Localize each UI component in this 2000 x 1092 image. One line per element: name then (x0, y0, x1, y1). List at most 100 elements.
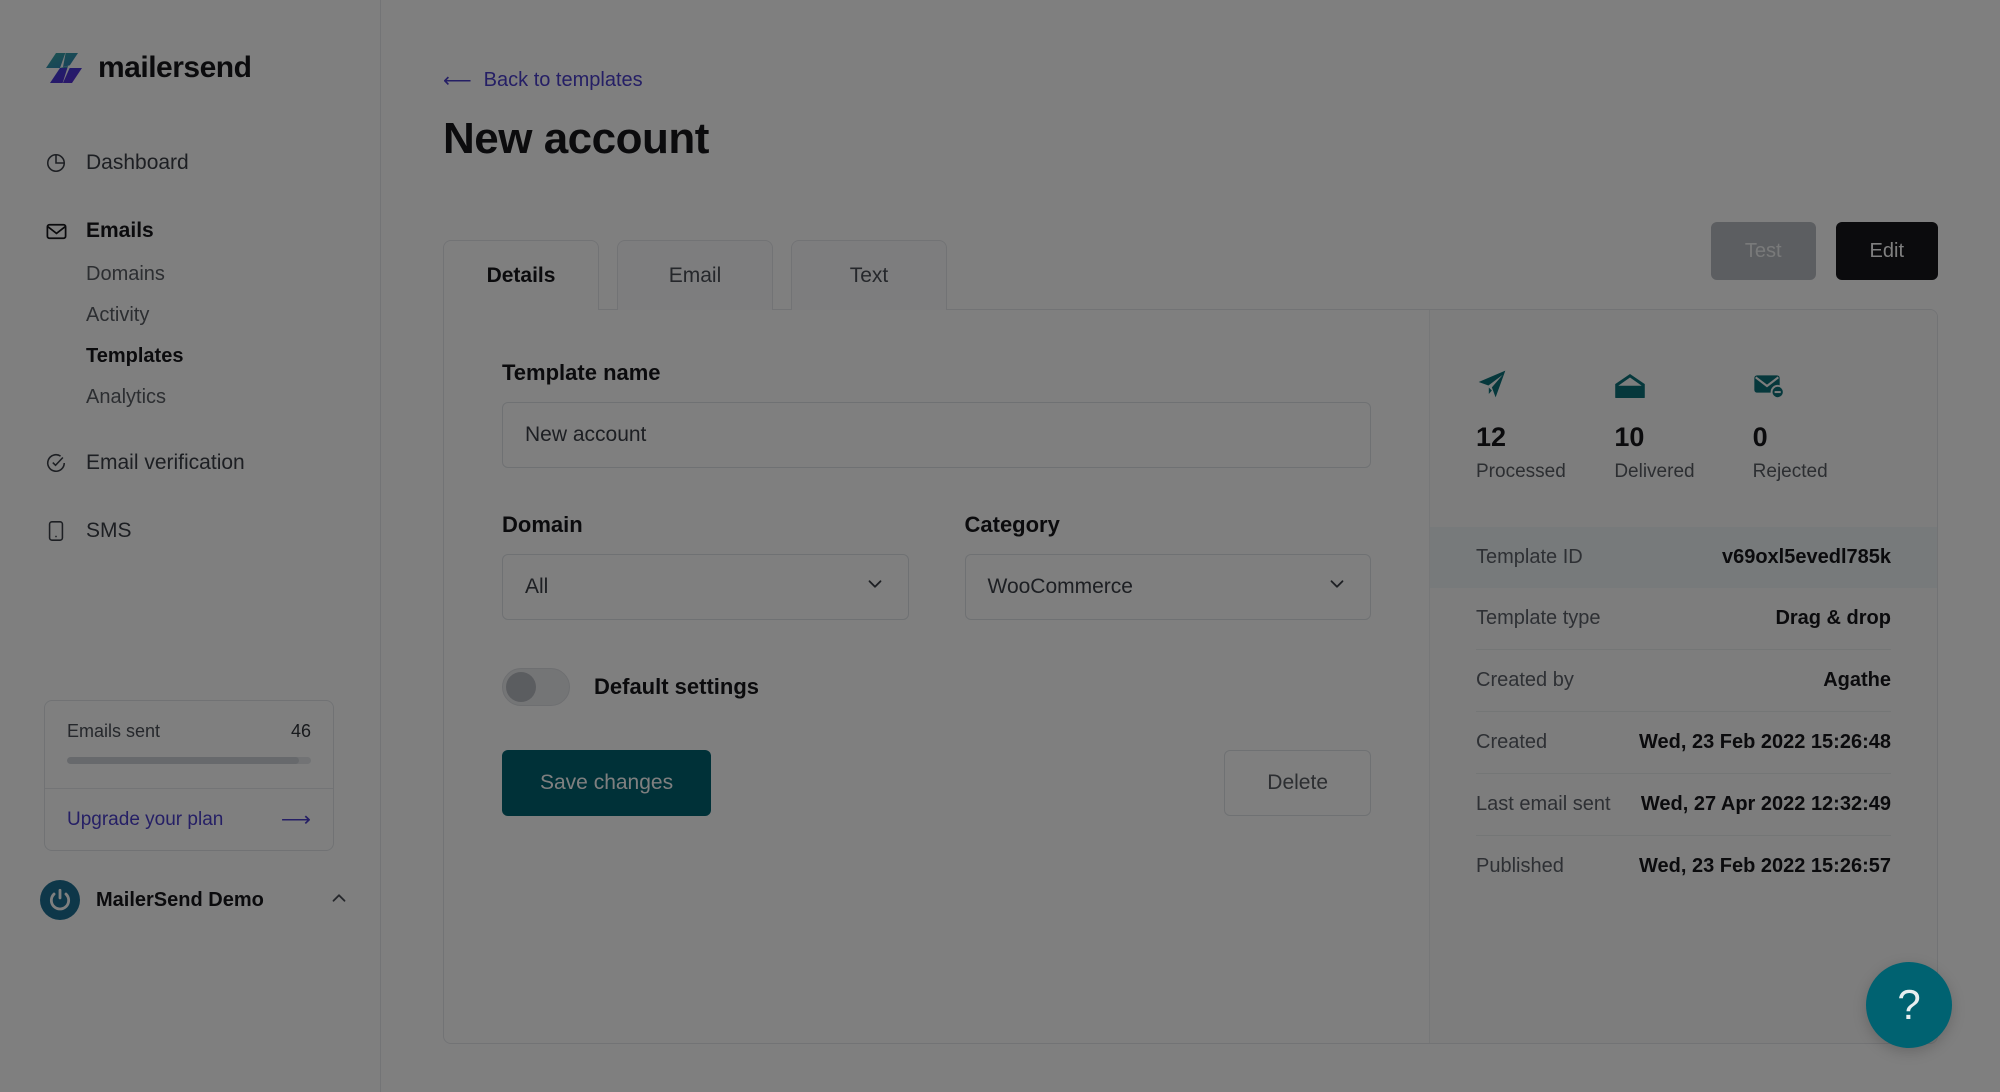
meta-row-published: Published Wed, 23 Feb 2022 15:26:57 (1476, 836, 1891, 897)
pie-chart-icon (44, 151, 68, 175)
help-button[interactable]: ? (1866, 962, 1952, 1048)
stat-processed-label: Processed (1476, 461, 1566, 482)
template-info-panel: 12 Processed 10 Delivered 0 Rejected Tem… (1429, 310, 1937, 1043)
meta-row-template-type: Template type Drag & drop (1476, 588, 1891, 650)
usage-summary: Emails sent 46 (45, 701, 333, 788)
usage-card: Emails sent 46 Upgrade your plan ⟶ (44, 700, 334, 851)
meta-row-last-email-sent: Last email sent Wed, 27 Apr 2022 12:32:4… (1476, 774, 1891, 836)
back-to-templates-label: Back to templates (483, 69, 643, 91)
arrow-right-icon: ⟶ (280, 808, 311, 831)
emails-sent-value: 46 (290, 721, 311, 741)
chevron-up-icon[interactable] (328, 887, 350, 914)
upgrade-plan-link[interactable]: Upgrade your plan ⟶ (45, 789, 333, 850)
stat-rejected-value: 0 (1752, 422, 1768, 452)
meta-value-template-id: v69oxl5evedl785k (1721, 546, 1891, 568)
meta-row-created: Created Wed, 23 Feb 2022 15:26:48 (1476, 712, 1891, 774)
sidebar-nav: Dashboard Emails Domains Activity Templa… (0, 140, 380, 554)
domain-select-value: All (525, 575, 549, 598)
default-settings-toggle[interactable] (502, 668, 570, 706)
default-settings-label: Default settings (594, 674, 760, 699)
meta-value-published: Wed, 23 Feb 2022 15:26:57 (1639, 855, 1891, 877)
sidebar-item-domains[interactable]: Domains (0, 254, 380, 295)
meta-key-template-type: Template type (1476, 607, 1601, 629)
test-button[interactable]: Test (1710, 222, 1816, 280)
sidebar-item-dashboard[interactable]: Dashboard (0, 140, 380, 186)
stat-processed-value: 12 (1476, 422, 1507, 452)
sidebar-item-label-dashboard: Dashboard (86, 151, 189, 174)
category-select-value: WooCommerce (987, 575, 1133, 598)
sidebar-item-sms[interactable]: SMS (0, 508, 380, 554)
meta-row-created-by: Created by Agathe (1476, 650, 1891, 712)
meta-value-last-email-sent: Wed, 27 Apr 2022 12:32:49 (1640, 793, 1891, 815)
meta-key-published: Published (1476, 855, 1564, 877)
meta-row-template-id[interactable]: Template ID v69oxl5evedl785k (1430, 527, 1937, 588)
arrow-left-icon: ⟵ (443, 70, 472, 92)
meta-value-created: Wed, 23 Feb 2022 15:26:48 (1639, 731, 1891, 753)
usage-progress-bar (67, 757, 311, 764)
emails-sent-label: Emails sent (67, 721, 161, 741)
sidebar-item-analytics[interactable]: Analytics (0, 377, 380, 418)
sidebar-item-templates[interactable]: Templates (0, 336, 380, 377)
meta-value-created-by: Agathe (1823, 669, 1891, 691)
brand-logo[interactable]: mailersend (0, 0, 380, 88)
sidebar-item-emails[interactable]: Emails (0, 208, 380, 254)
meta-key-created: Created (1476, 731, 1548, 753)
delete-button[interactable]: Delete (1224, 750, 1371, 816)
stat-processed: 12 Processed (1476, 366, 1614, 483)
tab-text[interactable]: Text (791, 240, 947, 310)
account-switcher[interactable]: MailerSend Demo (0, 880, 380, 920)
chevron-down-icon (1326, 573, 1348, 601)
default-settings-row: Default settings (502, 668, 1371, 706)
edit-button[interactable]: Edit (1835, 222, 1938, 280)
main-content: ⟵ Back to templates New account Test Edi… (381, 0, 2000, 1092)
upgrade-plan-label: Upgrade your plan (67, 808, 224, 830)
check-circle-icon (44, 451, 68, 475)
avatar (40, 880, 80, 920)
page-title: New account (443, 114, 709, 163)
sidebar-item-label-email-verification: Email verification (86, 451, 245, 474)
details-panel: Template name New account Domain All Cat… (443, 309, 1938, 1044)
meta-key-created-by: Created by (1476, 669, 1574, 691)
sidebar-item-email-verification[interactable]: Email verification (0, 440, 380, 486)
meta-value-template-type: Drag & drop (1775, 607, 1891, 629)
mailersend-logo-icon (44, 48, 84, 88)
domain-label: Domain (502, 512, 583, 537)
mobile-icon (44, 519, 68, 543)
chevron-down-icon (864, 573, 886, 601)
template-name-input[interactable]: New account (502, 402, 1371, 468)
toggle-knob (506, 672, 536, 702)
form-actions: Save changes Delete (502, 750, 1371, 816)
category-label: Category (964, 512, 1060, 537)
tab-email[interactable]: Email (617, 240, 773, 310)
open-envelope-icon (1614, 366, 1752, 400)
tab-details[interactable]: Details (443, 240, 599, 310)
paper-plane-icon (1476, 366, 1614, 400)
back-to-templates-link[interactable]: ⟵ Back to templates (443, 68, 643, 93)
meta-key-template-id: Template ID (1476, 546, 1583, 568)
tab-bar: Details Email Text (443, 240, 947, 310)
envelope-minus-icon (1753, 366, 1891, 400)
app-root: mailersend Dashboard Emails Domains Acti… (0, 0, 2000, 1092)
template-name-label: Template name (502, 360, 661, 385)
category-field: Category WooCommerce (964, 512, 1371, 620)
envelope-icon (44, 219, 68, 243)
domain-select[interactable]: All (502, 554, 909, 620)
stat-rejected: 0 Rejected (1753, 366, 1891, 483)
sidebar: mailersend Dashboard Emails Domains Acti… (0, 0, 381, 1092)
meta-key-last-email-sent: Last email sent (1476, 793, 1611, 815)
stat-rejected-label: Rejected (1752, 461, 1828, 482)
save-changes-button[interactable]: Save changes (502, 750, 712, 816)
sidebar-item-label-emails: Emails (86, 219, 154, 242)
domain-category-row: Domain All Category WooCommerce (502, 512, 1371, 620)
sidebar-item-activity[interactable]: Activity (0, 295, 380, 336)
account-name: MailerSend Demo (96, 888, 264, 911)
template-meta-list: Template ID v69oxl5evedl785k Template ty… (1430, 527, 1937, 897)
brand-name: mailersend (98, 51, 252, 84)
stat-delivered: 10 Delivered (1614, 366, 1752, 483)
domain-field: Domain All (502, 512, 909, 620)
stats-row: 12 Processed 10 Delivered 0 Rejected (1476, 366, 1891, 483)
details-form: Template name New account Domain All Cat… (444, 310, 1429, 1043)
sidebar-item-label-sms: SMS (86, 519, 132, 542)
top-actions: Test Edit (1710, 222, 1938, 280)
category-select[interactable]: WooCommerce (964, 554, 1371, 620)
